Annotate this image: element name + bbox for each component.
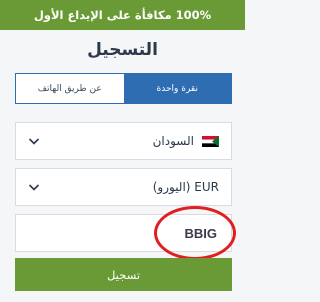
tab-one-click-label: نقرة واحدة <box>156 83 198 94</box>
registration-method-tabs: عن طريق الهاتف نقرة واحدة <box>15 73 232 104</box>
currency-value: EUR (اليورو) <box>152 180 219 194</box>
currency-display: EUR (اليورو) <box>153 180 219 194</box>
country-display: السودان <box>153 134 219 148</box>
chevron-down-icon <box>28 184 40 191</box>
currency-select[interactable]: EUR (اليورو) <box>15 168 232 206</box>
country-select[interactable]: السودان <box>15 122 232 160</box>
bonus-banner: 100% مكافأة على الإيداع الأول <box>0 0 245 30</box>
country-value: السودان <box>152 134 194 148</box>
page-title: التسجيل <box>87 40 158 60</box>
tab-by-phone-label: عن طريق الهاتف <box>37 83 102 94</box>
promo-code-input[interactable]: BBIG <box>15 214 232 252</box>
promo-code-value: BBIG <box>184 225 218 241</box>
tab-by-phone[interactable]: عن طريق الهاتف <box>16 74 124 103</box>
register-button[interactable]: تسجيل <box>15 258 232 291</box>
sudan-flag-icon <box>202 135 219 147</box>
tab-one-click[interactable]: نقرة واحدة <box>123 74 231 103</box>
register-button-label: تسجيل <box>106 267 141 282</box>
chevron-down-icon <box>28 138 40 145</box>
bonus-banner-text: 100% مكافأة على الإيداع الأول <box>33 8 212 22</box>
